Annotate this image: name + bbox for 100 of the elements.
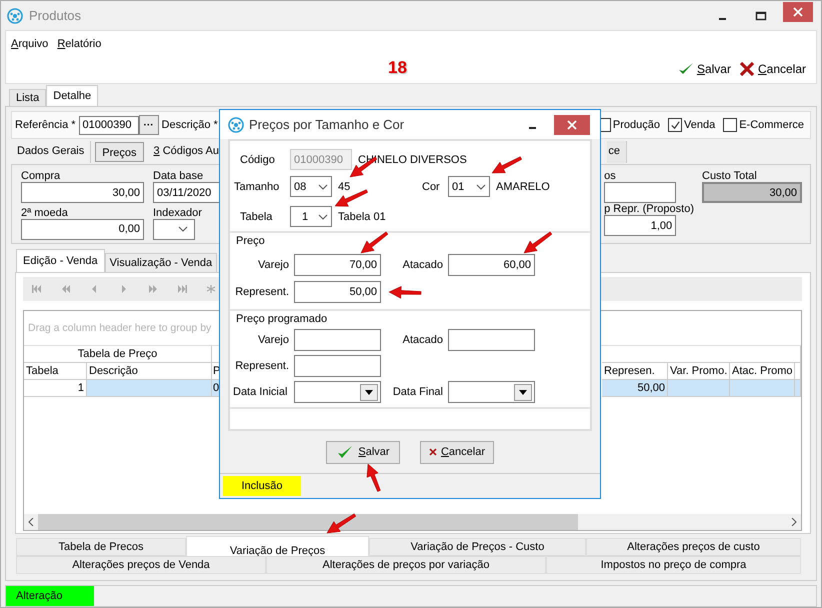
checkbox-label: E-Commerce [739,119,804,131]
close-icon [793,6,803,16]
reference-field[interactable]: 01000390 [78,116,139,134]
tab[interactable]: Detalhe [46,85,98,106]
app-logo-icon [7,8,23,24]
wholesale-price-field[interactable]: 60,00 [448,254,535,276]
tab[interactable]: Edição - Venda [16,249,105,272]
group-title: Preço [236,235,265,247]
maximize-icon[interactable] [755,10,767,22]
representative-price-field[interactable]: 50,00 [294,281,381,303]
tab[interactable]: Variação de Preços - Custo [369,538,586,556]
menu-item[interactable]: Relatório [57,38,102,50]
dropdown-icon [365,390,373,394]
menu-item[interactable]: Arquivo [11,38,48,50]
field-label: Código [239,154,276,166]
annotation-arrow [360,232,388,254]
tab[interactable]: Impostos no preço de compra [546,556,801,574]
tab[interactable]: Alterações de preços por variação [266,556,546,574]
table-dropdown[interactable]: 1 [290,206,332,227]
section-tab[interactable]: Preços [95,142,144,162]
close-button[interactable] [554,114,590,134]
field-label: os [604,170,617,182]
chevron-down-icon [476,184,486,190]
retail-price-field[interactable]: 70,00 [294,254,381,276]
tab[interactable]: Tabela de Precos [16,538,186,556]
scroll-left-icon[interactable] [28,518,34,526]
field-label: Atacado [402,334,443,346]
table-cell: 50,00 [602,380,668,397]
annotation-arrow [388,286,422,299]
column-header[interactable]: Atac. Promo [730,363,795,380]
record-number: 18 [388,58,407,78]
column-header[interactable]: Represen. [602,363,668,380]
status-mode: Alteração [6,586,94,606]
column-header[interactable]: Descrição [87,363,212,380]
input-field[interactable] [294,329,381,351]
scroll-right-icon[interactable] [791,518,797,526]
tab[interactable]: Alterações preços de Venda [16,556,266,574]
close-button[interactable] [783,2,813,22]
input-field[interactable] [448,329,535,351]
input-field[interactable] [294,355,381,377]
number-field[interactable] [604,182,676,203]
tab[interactable]: Variação de Preços [186,536,369,558]
tab[interactable]: Visualização - Venda [104,253,218,272]
size-name: 45 [338,180,352,192]
horizontal-scrollbar[interactable] [24,514,801,530]
field-label: Data Inicial [233,386,288,398]
save-button[interactable]: Salvar [678,61,731,77]
field-label: Custo Total [702,170,758,182]
column-band-header: Tabela de Preço [24,346,212,363]
field-label: Compra [21,170,62,182]
annotation-arrow [524,232,552,254]
date-field[interactable] [448,381,535,403]
section-tab[interactable]: Dados Gerais [11,141,92,163]
total-cost-field: 30,00 [702,182,802,203]
table-name: Tabela 01 [338,210,386,222]
dropdown-field[interactable] [153,218,195,240]
date-field[interactable] [294,381,381,403]
checkbox-label: Produção [612,119,660,131]
annotation-arrow [492,156,522,174]
field-label: Data base [153,170,204,182]
cancel-button[interactable]: Cancelar [738,61,806,77]
field-label: Cor [422,180,441,192]
tab[interactable]: Lista [9,89,46,106]
annotation-arrow [366,464,381,492]
number-field[interactable]: 1,00 [604,215,676,236]
field-label: Indexador [153,206,203,218]
field-label: Referência * [15,119,76,131]
field-label: Varejo [257,259,289,271]
cancel-button[interactable]: Cancelar [420,440,494,464]
checkbox-label: Venda [684,119,716,131]
tab[interactable]: Alterações preços de custo [586,538,801,556]
field-label: Tabela [239,210,274,222]
app-logo-icon [228,116,244,132]
chevron-down-icon [318,184,328,190]
column-header[interactable]: Var. Promo. [668,363,730,380]
browse-button[interactable]: ··· [138,115,159,135]
window-title: Produtos [29,8,82,23]
color-dropdown[interactable]: 01 [448,176,490,197]
field-label: p Repr. (Proposto) [604,203,694,215]
color-name: AMARELO [496,180,550,192]
column-header[interactable]: Tabela [24,363,87,380]
group-by-hint: Drag a column header here to group by [28,322,212,334]
checkbox[interactable] [668,118,682,132]
field-label: Represent. [234,360,289,372]
size-dropdown[interactable]: 08 [290,176,332,197]
x-mark-icon [738,61,755,77]
checkmark-icon [336,444,354,460]
field-label: Represent. [234,286,289,298]
code-field: 01000390 [290,149,352,170]
checkbox[interactable] [723,118,738,132]
dialog-title: Preços por Tamanho e Cor [249,117,404,132]
save-button[interactable]: Salvar [326,440,400,464]
table-cell: 1 [24,380,87,397]
section-tab[interactable]: ce [607,141,627,163]
chevron-down-icon [178,226,188,232]
close-icon [567,120,577,130]
number-field[interactable]: 0,00 [21,218,144,240]
number-field[interactable]: 30,00 [21,182,144,203]
annotation-arrow [334,189,368,207]
field-label: Varejo [257,334,289,346]
